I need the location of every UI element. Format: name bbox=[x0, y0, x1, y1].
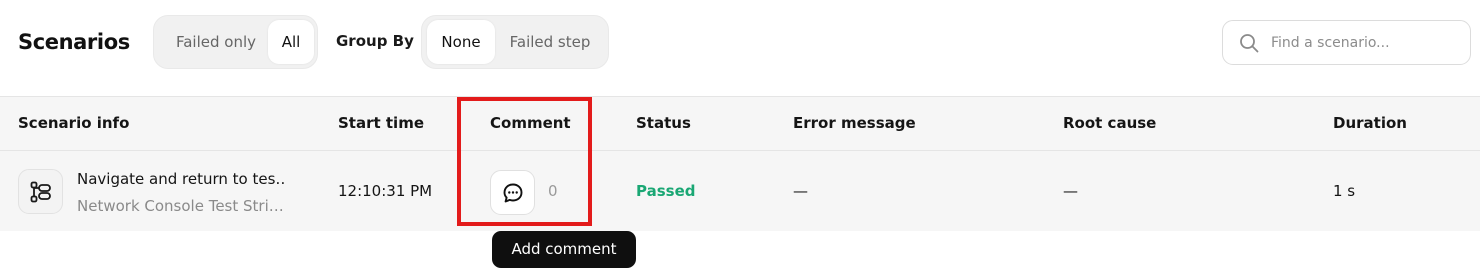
start-time: 12:10:31 PM bbox=[338, 182, 433, 200]
column-header-comment[interactable]: Comment bbox=[490, 114, 571, 132]
column-header-status[interactable]: Status bbox=[636, 114, 691, 132]
filter-failed-only-button[interactable]: Failed only bbox=[162, 20, 270, 64]
search-icon bbox=[1240, 34, 1259, 53]
toolbar: Scenarios Failed only All Group By None … bbox=[0, 0, 1480, 96]
scenario-suite: Network Console Test Stri… bbox=[77, 197, 284, 215]
table-header: Scenario info Start time Comment Status … bbox=[0, 96, 1480, 151]
page-title: Scenarios bbox=[18, 30, 130, 54]
column-header-scenario-info[interactable]: Scenario info bbox=[18, 114, 129, 132]
search-box[interactable] bbox=[1222, 20, 1471, 65]
column-header-root-cause[interactable]: Root cause bbox=[1063, 114, 1156, 132]
column-header-duration[interactable]: Duration bbox=[1333, 114, 1407, 132]
comment-icon bbox=[503, 183, 523, 203]
scenario-name[interactable]: Navigate and return to tes… bbox=[77, 170, 287, 188]
add-comment-tooltip: Add comment bbox=[492, 231, 636, 268]
failed-filter-toggle: Failed only All bbox=[153, 15, 318, 69]
status-badge: Passed bbox=[636, 182, 696, 200]
group-by-failed-step-button[interactable]: Failed step bbox=[498, 20, 602, 64]
comment-count: 0 bbox=[548, 182, 558, 200]
column-header-start-time[interactable]: Start time bbox=[338, 114, 424, 132]
column-header-error-message[interactable]: Error message bbox=[793, 114, 916, 132]
error-message: — bbox=[793, 182, 808, 200]
group-by-label: Group By bbox=[336, 32, 414, 50]
duration: 1 s bbox=[1333, 182, 1356, 200]
scenario-flow-icon bbox=[18, 169, 63, 214]
group-by-none-button[interactable]: None bbox=[427, 20, 495, 64]
filter-all-button[interactable]: All bbox=[268, 20, 314, 64]
group-by-toggle: None Failed step bbox=[421, 15, 609, 69]
add-comment-button[interactable] bbox=[490, 170, 535, 215]
table-row[interactable]: Navigate and return to tes… Network Cons… bbox=[0, 151, 1480, 231]
search-input[interactable] bbox=[1271, 32, 1461, 54]
root-cause: — bbox=[1063, 182, 1078, 200]
